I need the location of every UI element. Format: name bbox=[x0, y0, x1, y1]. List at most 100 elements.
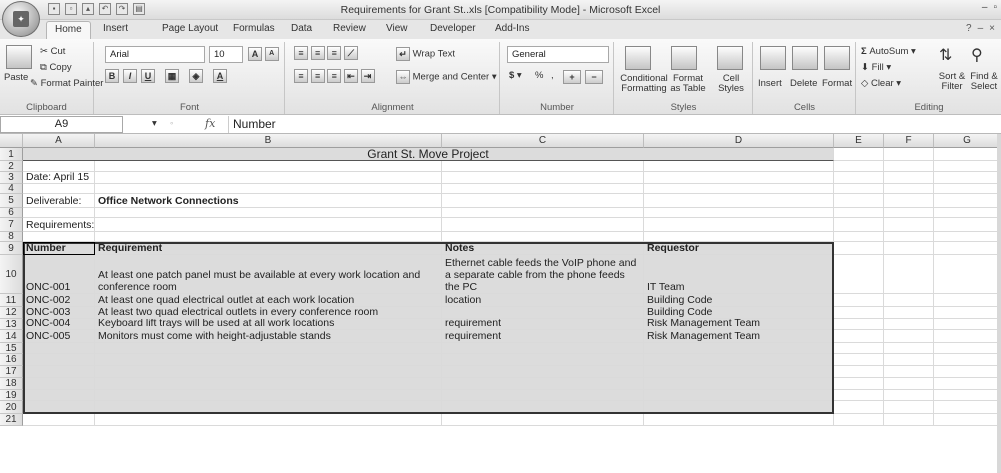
row-header-14[interactable]: 14 bbox=[0, 330, 23, 343]
cell[interactable] bbox=[23, 184, 95, 194]
delete-cells-icon[interactable] bbox=[792, 46, 818, 70]
cell[interactable] bbox=[884, 378, 934, 390]
cut-button[interactable]: ✂ Cut bbox=[40, 46, 65, 57]
format-table-icon[interactable] bbox=[671, 46, 697, 70]
ribbon-close-icon[interactable]: × bbox=[989, 23, 995, 34]
cell[interactable] bbox=[834, 294, 884, 307]
cell[interactable] bbox=[95, 390, 442, 401]
cell[interactable] bbox=[884, 307, 934, 319]
find-select-button[interactable]: Find & Select bbox=[967, 72, 1001, 92]
cell[interactable] bbox=[644, 208, 834, 218]
cell[interactable] bbox=[644, 354, 834, 366]
cell[interactable] bbox=[934, 208, 1001, 218]
cell[interactable] bbox=[834, 390, 884, 401]
cell[interactable] bbox=[934, 194, 1001, 208]
row-header-9[interactable]: 9 bbox=[0, 242, 23, 255]
namebox-dropdown-icon[interactable]: ▾ bbox=[152, 118, 157, 129]
cell[interactable] bbox=[934, 172, 1001, 184]
cell[interactable] bbox=[23, 390, 95, 401]
cell-styles-icon[interactable] bbox=[717, 46, 743, 70]
grow-font-icon[interactable]: A A bbox=[248, 47, 279, 61]
cell[interactable] bbox=[834, 414, 884, 426]
cell[interactable] bbox=[95, 161, 442, 172]
tab-page-layout[interactable]: Page Layout bbox=[162, 23, 218, 34]
tab-home[interactable]: Home bbox=[46, 21, 91, 39]
row-header-8[interactable]: 8 bbox=[0, 232, 23, 242]
cell[interactable] bbox=[23, 343, 95, 354]
row-header-21[interactable]: 21 bbox=[0, 414, 23, 426]
cell-a14[interactable]: ONC-005 bbox=[23, 330, 95, 343]
column-header-e[interactable]: E bbox=[834, 134, 884, 148]
row-header-10[interactable]: 10 bbox=[0, 255, 23, 294]
cell-a10[interactable]: ONC-001 bbox=[23, 255, 95, 294]
vertical-scrollbar[interactable] bbox=[997, 134, 1001, 473]
row-header-4[interactable]: 4 bbox=[0, 184, 23, 194]
cell[interactable] bbox=[934, 330, 1001, 343]
row-header-15[interactable]: 15 bbox=[0, 343, 23, 354]
cell-c10[interactable]: Ethernet cable feeds the VoIP phone and … bbox=[442, 255, 644, 294]
cell[interactable] bbox=[834, 255, 884, 294]
cell[interactable] bbox=[934, 255, 1001, 294]
cell[interactable] bbox=[95, 378, 442, 390]
cell[interactable] bbox=[934, 294, 1001, 307]
row-header-11[interactable]: 11 bbox=[0, 294, 23, 307]
column-header-g[interactable]: G bbox=[934, 134, 1001, 148]
cell-a3[interactable]: Date: April 15 bbox=[23, 172, 95, 184]
row-header-2[interactable]: 2 bbox=[0, 161, 23, 172]
cell-d13[interactable]: Risk Management Team bbox=[644, 319, 834, 330]
cancel-entry-icon[interactable]: ◦ bbox=[170, 118, 173, 129]
cell[interactable] bbox=[884, 255, 934, 294]
cell[interactable] bbox=[23, 414, 95, 426]
cell[interactable] bbox=[884, 319, 934, 330]
cell[interactable] bbox=[934, 242, 1001, 255]
cell-a7[interactable]: Requirements: bbox=[23, 218, 95, 232]
cell-d14[interactable]: Risk Management Team bbox=[644, 330, 834, 343]
cell[interactable] bbox=[884, 343, 934, 354]
cell-c11[interactable]: Only one power strip is allowed per work… bbox=[442, 294, 644, 307]
cell[interactable] bbox=[644, 184, 834, 194]
cell[interactable] bbox=[884, 390, 934, 401]
row-header-16[interactable]: 16 bbox=[0, 354, 23, 366]
cell[interactable] bbox=[934, 184, 1001, 194]
cell[interactable] bbox=[884, 208, 934, 218]
cell[interactable] bbox=[442, 218, 644, 232]
cell-d10[interactable]: IT Team bbox=[644, 255, 834, 294]
help-icon[interactable]: ? bbox=[966, 23, 972, 34]
paste-icon[interactable] bbox=[6, 45, 32, 69]
cell[interactable] bbox=[834, 172, 884, 184]
cell-d9[interactable]: Requestor bbox=[644, 242, 834, 255]
cell-b9[interactable]: Requirement bbox=[95, 242, 442, 255]
column-header-c[interactable]: C bbox=[442, 134, 644, 148]
cell[interactable] bbox=[934, 366, 1001, 378]
cell-c9[interactable]: Notes bbox=[442, 242, 644, 255]
cell-a9[interactable]: Number bbox=[23, 242, 95, 255]
left-align-icon[interactable]: ≡ ≡ ≡ ⇤ ⇥ bbox=[294, 69, 375, 83]
cell[interactable] bbox=[442, 354, 644, 366]
row-header-6[interactable]: 6 bbox=[0, 208, 23, 218]
clear-button[interactable]: ◇ Clear ▾ bbox=[861, 78, 901, 89]
cell[interactable] bbox=[644, 414, 834, 426]
tab-insert[interactable]: Insert bbox=[103, 23, 128, 34]
bold-button[interactable]: B bbox=[105, 69, 119, 83]
cell-a11[interactable]: ONC-002 bbox=[23, 294, 95, 307]
cell[interactable] bbox=[884, 354, 934, 366]
cell-d11[interactable]: Building Code bbox=[644, 294, 834, 307]
format-cells-icon[interactable] bbox=[824, 46, 850, 70]
sort-filter-button[interactable]: Sort & Filter bbox=[935, 72, 969, 92]
column-header-f[interactable]: F bbox=[884, 134, 934, 148]
conditional-formatting-button[interactable]: Conditional Formatting bbox=[619, 74, 669, 94]
top-align-icon[interactable]: ≡ ≡ ≡ ⟋ bbox=[294, 46, 358, 60]
cell[interactable] bbox=[834, 307, 884, 319]
cell[interactable] bbox=[442, 194, 644, 208]
cell[interactable] bbox=[934, 232, 1001, 242]
cell[interactable] bbox=[834, 148, 884, 161]
font-size-select[interactable]: 10 bbox=[209, 46, 243, 63]
cell-b11[interactable]: At least one quad electrical outlet at e… bbox=[95, 294, 442, 307]
binoculars-icon[interactable]: ⚲ bbox=[971, 45, 983, 65]
cell[interactable] bbox=[834, 366, 884, 378]
delete-button[interactable]: Delete bbox=[790, 78, 817, 89]
cell[interactable] bbox=[934, 378, 1001, 390]
cell[interactable] bbox=[934, 218, 1001, 232]
cell[interactable] bbox=[834, 319, 884, 330]
cell-b14[interactable]: Monitors must come with height-adjustabl… bbox=[95, 330, 442, 343]
